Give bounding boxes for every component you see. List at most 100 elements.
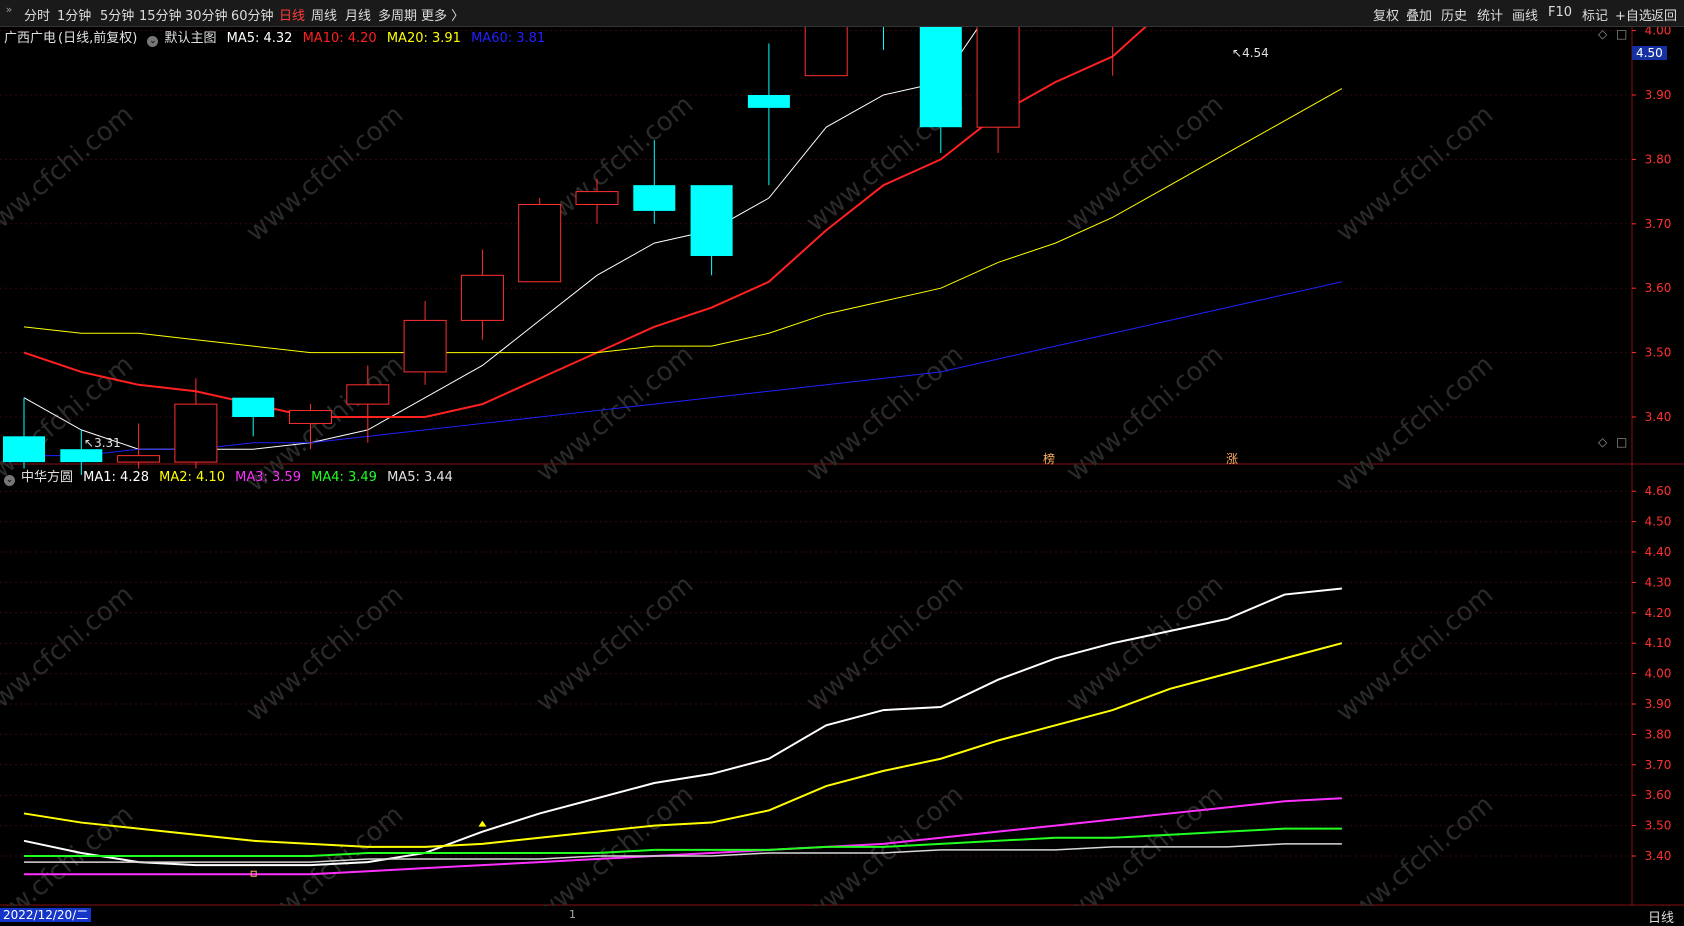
event-marker-zhang[interactable]: 涨 — [1226, 450, 1238, 467]
low-price-value: 3.31 — [94, 436, 121, 450]
candle-up — [117, 455, 161, 463]
candle-up — [575, 191, 619, 205]
main-axis-label: 3.70 — [1645, 217, 1672, 231]
sub-axis-label: 4.30 — [1645, 575, 1672, 589]
period-tab-9[interactable]: 多周期 — [378, 5, 417, 24]
watermark-text: www.cfchi.com — [801, 340, 970, 488]
toolbar-button-0[interactable]: 复权 — [1373, 5, 1399, 24]
sub-axis-label: 3.90 — [1645, 697, 1672, 711]
status-bar: 2022/12/20/二 1 日线 — [0, 906, 1684, 926]
main-legend: 广西广电 (日线,前复权) ⌄ 默认主图 MA5: 4.32 MA10: 4.20 … — [4, 27, 551, 47]
toolbar-button-2[interactable]: 历史 — [1441, 5, 1467, 24]
watermark-text: www.cfchi.com — [241, 100, 410, 248]
high-price-annotation: ↖4.54 — [1232, 46, 1269, 60]
watermark-text: www.cfchi.com — [241, 580, 410, 728]
period-tab-1[interactable]: 1分钟 — [57, 5, 91, 24]
candle-up — [518, 203, 562, 283]
pane-maximize-icon[interactable]: □ — [1616, 27, 1627, 41]
sub-ma4-legend: MA4: 3.49 — [311, 470, 377, 485]
event-marker-bang[interactable]: 榜 — [1043, 450, 1055, 467]
candle-up — [346, 384, 390, 405]
ma60-legend: MA60: 3.81 — [471, 31, 546, 46]
toolbar-button-7[interactable]: +自选 — [1615, 5, 1652, 24]
toolbar-button-8[interactable]: 返回 — [1651, 5, 1677, 24]
sub-axis-label: 4.40 — [1645, 545, 1672, 559]
watermark-text: www.cfchi.com — [1061, 340, 1230, 488]
candle-up — [976, 0, 1020, 128]
period-tab-4[interactable]: 30分钟 — [185, 5, 228, 24]
sub-ma5-legend: MA5: 3.44 — [387, 470, 453, 485]
sub-axis-label: 3.70 — [1645, 758, 1672, 772]
cursor-index: 1 — [569, 908, 576, 921]
watermark-text: www.cfchi.com — [1331, 350, 1500, 498]
watermark-text: www.cfchi.com — [0, 800, 139, 906]
current-price-label: 4.50 — [1632, 46, 1667, 60]
watermark-text: www.cfchi.com — [801, 570, 970, 718]
sub-axis-label: 3.60 — [1645, 788, 1672, 802]
subpane-settings-icon[interactable]: ◇ — [1598, 435, 1607, 449]
period-tab-7[interactable]: 周线 — [311, 5, 337, 24]
toolbar-button-1[interactable]: 叠加 — [1406, 5, 1432, 24]
watermark-text: www.cfchi.com — [1061, 780, 1230, 906]
toolbar-button-4[interactable]: 画线 — [1512, 5, 1538, 24]
sub-axis-label: 3.40 — [1645, 849, 1672, 863]
template-dropdown-icon[interactable]: ⌄ — [147, 36, 159, 47]
period-tab-5[interactable]: 60分钟 — [231, 5, 274, 24]
sub-axis-label: 4.20 — [1645, 606, 1672, 620]
period-tab-3[interactable]: 15分钟 — [139, 5, 182, 24]
candle-up — [174, 403, 218, 463]
high-price-value: 4.54 — [1242, 46, 1269, 60]
period-tab-0[interactable]: 分时 — [24, 5, 50, 24]
indicator-dropdown-icon[interactable]: ⌄ — [4, 475, 15, 486]
watermark-text: www.cfchi.com — [1331, 790, 1500, 906]
period-tab-10[interactable]: 更多 〉 — [421, 5, 464, 24]
cursor-date: 2022/12/20/二 — [0, 908, 92, 922]
main-axis-label: 3.90 — [1645, 88, 1672, 102]
template-name[interactable]: 默认主图 — [164, 31, 216, 46]
watermark-text: www.cfchi.com — [531, 570, 700, 718]
toolbar-button-6[interactable]: 标记 — [1582, 5, 1608, 24]
ma10-legend: MA10: 4.20 — [302, 31, 377, 46]
main-ma5-line — [23, 0, 998, 450]
candle-up — [804, 0, 848, 77]
candle-up — [460, 274, 504, 321]
toolbar-button-3[interactable]: 统计 — [1477, 5, 1503, 24]
toolbar-button-5[interactable]: F10 — [1548, 5, 1572, 20]
pane-settings-icon[interactable]: ◇ — [1598, 27, 1607, 41]
sub-axis-label: 4.10 — [1645, 636, 1672, 650]
candle-down — [60, 449, 103, 463]
watermark-text: www.cfchi.com — [1061, 90, 1230, 238]
candle-down — [919, 11, 962, 128]
main-axis-label: 3.80 — [1645, 152, 1672, 166]
sub-axis-label: 4.00 — [1645, 667, 1672, 681]
candle-down — [690, 185, 733, 256]
sub-ma1-legend: MA1: 4.28 — [83, 470, 149, 485]
expand-icon[interactable]: » — [0, 3, 18, 21]
watermark-text: www.cfchi.com — [531, 780, 700, 906]
main-axis-label: 3.60 — [1645, 281, 1672, 295]
status-period[interactable]: 日线 — [1648, 907, 1674, 926]
stock-name: 广西广电 — [4, 31, 57, 46]
watermark-text: www.cfchi.com — [1331, 100, 1500, 248]
period-tab-8[interactable]: 月线 — [345, 5, 371, 24]
sub-ma2-legend: MA2: 4.10 — [159, 470, 225, 485]
watermark-text: www.cfchi.com — [1061, 570, 1230, 718]
main-axis-label: 4.00 — [1645, 27, 1672, 38]
period-tab-6[interactable]: 日线 — [279, 5, 305, 24]
sub-ma3-legend: MA3: 3.59 — [235, 470, 301, 485]
ma5-legend: MA5: 4.32 — [226, 31, 293, 46]
main-ma20-line — [23, 88, 1343, 354]
sub-axis-label: 3.80 — [1645, 727, 1672, 741]
watermark-text: www.cfchi.com — [0, 100, 139, 248]
ma20-legend: MA20: 3.91 — [386, 31, 461, 46]
main-axis-label: 3.50 — [1645, 346, 1672, 360]
subpane-maximize-icon[interactable]: □ — [1616, 435, 1627, 449]
signal-triangle-marker — [478, 820, 487, 827]
indicator-name[interactable]: 中华方圆 — [21, 470, 73, 485]
period-toolbar: » 分时 1分钟 5分钟 15分钟 30分钟 60分钟 日线 周线 月线 多周期 更多 〉 复权 叠加… — [0, 0, 1684, 27]
period-info: (日线,前复权) — [58, 31, 138, 46]
watermark-text: www.cfchi.com — [0, 580, 139, 728]
period-tab-2[interactable]: 5分钟 — [100, 5, 134, 24]
low-price-annotation: ↖3.31 — [84, 436, 121, 450]
candle-up — [403, 319, 447, 373]
